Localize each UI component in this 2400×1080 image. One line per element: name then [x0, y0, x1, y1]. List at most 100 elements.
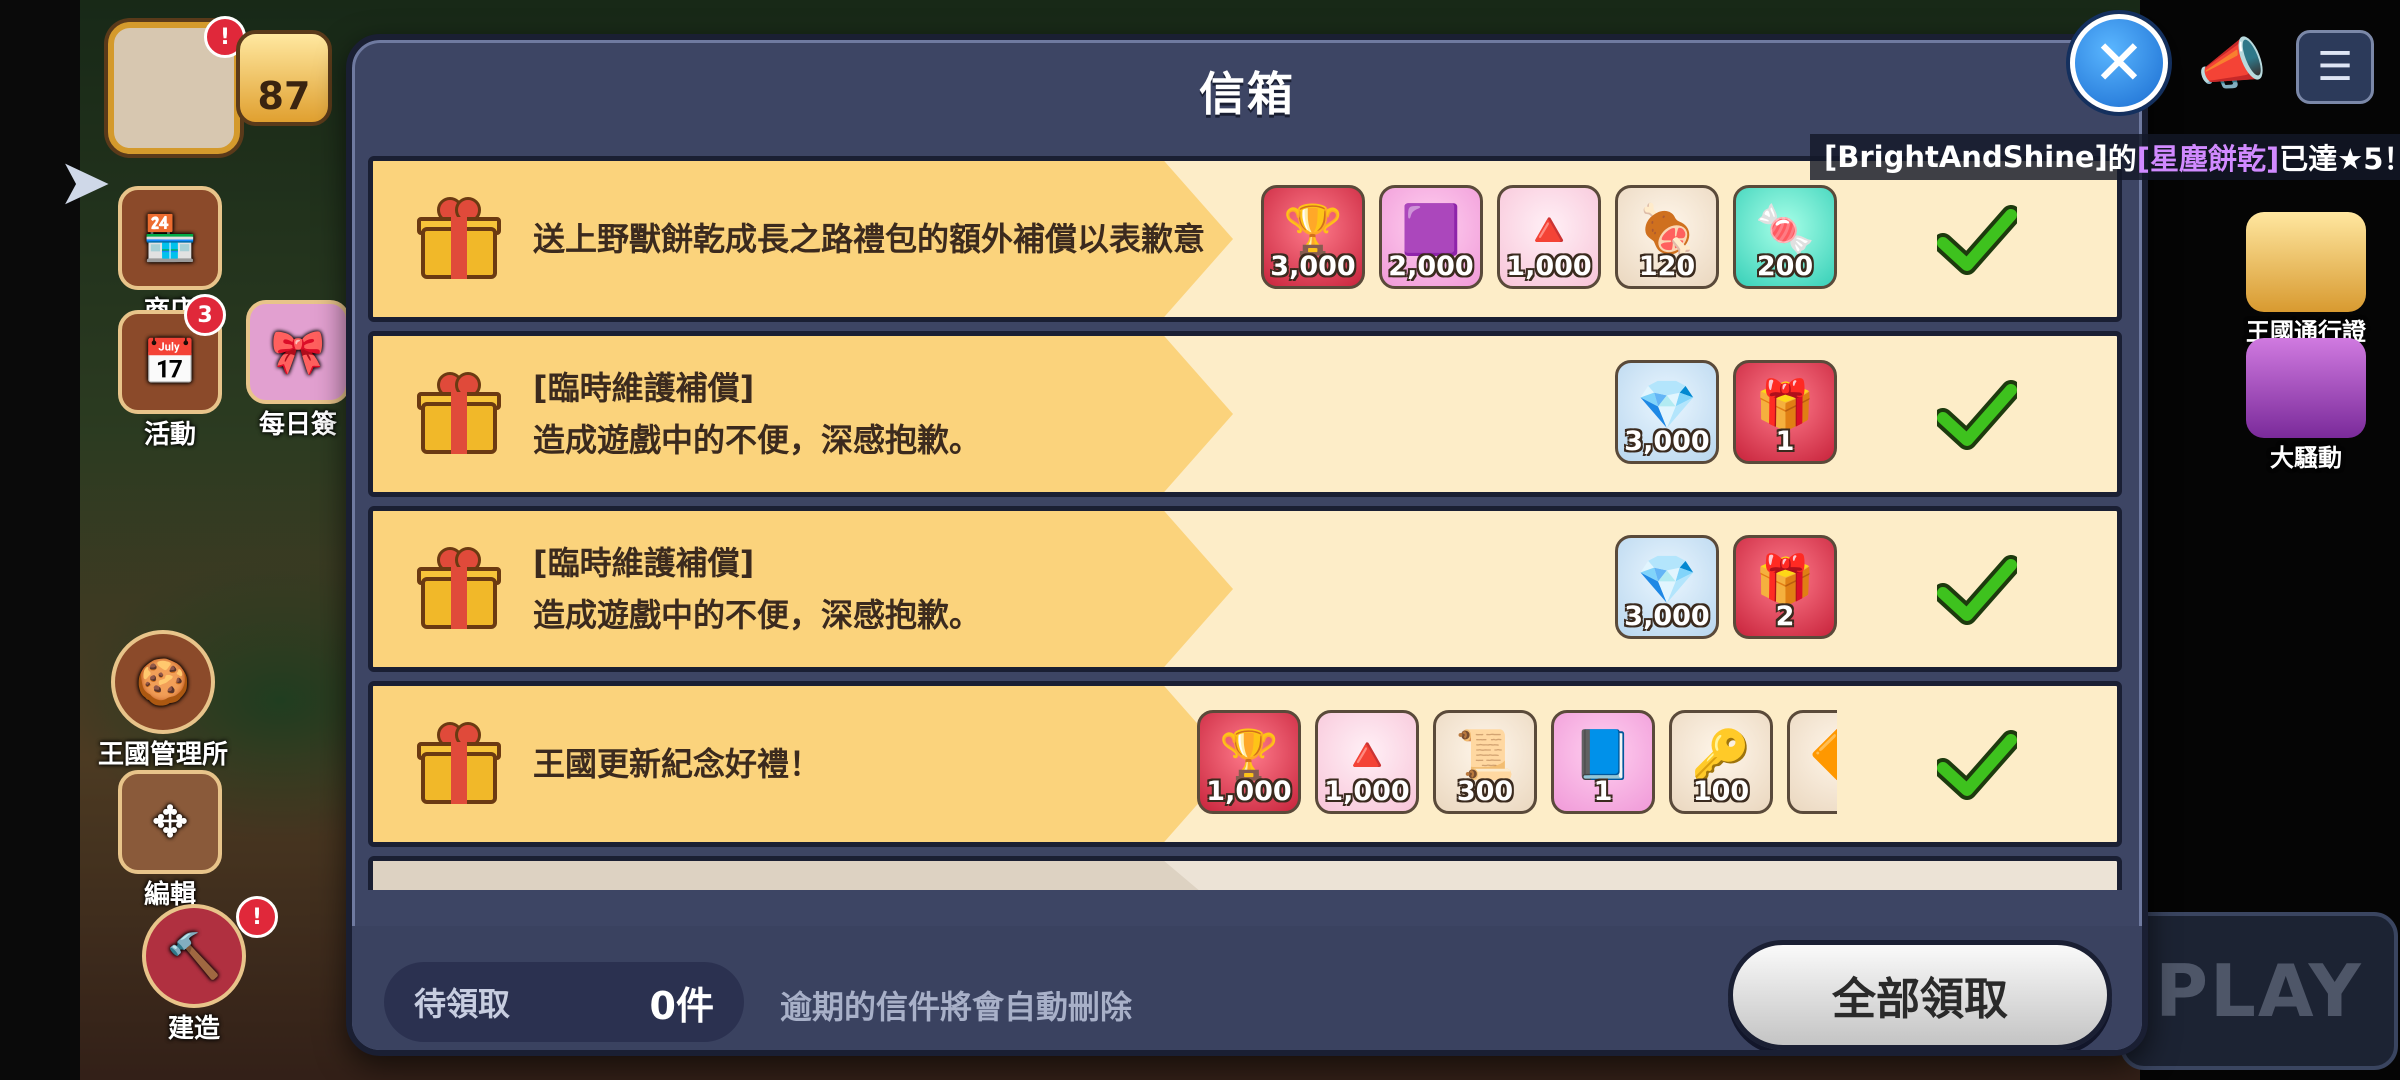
close-icon: ✕: [2093, 26, 2145, 99]
reward-item[interactable]: 🎁 2: [1733, 535, 1837, 639]
mail-item[interactable]: [臨時維護補償] 造成遊戲中的不便，深感抱歉。 💎 3,000 🎁 1: [368, 331, 2122, 497]
mail-message-line: 王國更新紀念好禮！: [533, 745, 822, 783]
mail-message: 送上野獸餅乾成長之路禮包的額外補償以表歉意: [533, 161, 1205, 317]
reward-item[interactable]: 🟪 2,000: [1379, 185, 1483, 289]
daily-button[interactable]: 🎀 每日簽: [246, 300, 350, 441]
mail-item-partial[interactable]: [368, 856, 2122, 890]
reward-item[interactable]: 🏆 3,000: [1261, 185, 1365, 289]
partial-band: [373, 861, 1199, 890]
reward-quantity: 1,000: [1324, 776, 1410, 807]
partial-item-icon: 🔶: [1809, 731, 1837, 779]
magic-key-icon: 🔑: [1691, 727, 1751, 783]
menu-button[interactable]: ☰: [2296, 30, 2374, 104]
mail-message: 王國更新紀念好禮！: [533, 686, 821, 842]
reward-quantity: 120: [1638, 251, 1696, 282]
reward-item[interactable]: 🍬 200: [1733, 185, 1837, 289]
gift-box-icon: [417, 722, 501, 806]
gingerbread-icon: 🍪: [111, 630, 215, 734]
reward-item[interactable]: 🔺 1,000: [1497, 185, 1601, 289]
claim-all-button[interactable]: 全部領取: [1728, 940, 2112, 1050]
mail-message-line: [臨時維護補償]: [533, 369, 755, 407]
reward-item[interactable]: 📜 300: [1433, 710, 1537, 814]
reward-quantity: 3,000: [1624, 426, 1710, 457]
commotion-icon: [2246, 338, 2366, 438]
kingdom-management-button[interactable]: 🍪 王國管理所: [98, 630, 228, 771]
commotion-button[interactable]: 大騷動: [2236, 338, 2376, 473]
mail-item[interactable]: [臨時維護補償] 造成遊戲中的不便，深感抱歉。 💎 3,000 🎁 2: [368, 506, 2122, 672]
edit-button[interactable]: ✥ 編輯: [118, 770, 222, 911]
hamburger-icon: ☰: [2317, 44, 2353, 90]
reward-quantity: 2,000: [1388, 251, 1474, 282]
mail-message-line: 送上野獸餅乾成長之路禮包的額外補償以表歉意: [533, 220, 1206, 258]
crystal-chest-icon: 🏆: [1283, 202, 1343, 258]
claim-check-icon[interactable]: [1937, 551, 2017, 631]
reward-item[interactable]: 📘 1: [1551, 710, 1655, 814]
treasure-ticket-icon: 🎁: [1755, 552, 1815, 608]
reward-item[interactable]: 🍖 120: [1615, 185, 1719, 289]
commotion-label: 大騷動: [2270, 444, 2342, 472]
mail-message: [臨時維護補償] 造成遊戲中的不便，深感抱歉。: [533, 511, 981, 667]
mailbox-modal: 信箱 送上野獸餅乾成長之路禮包的額外補償以表歉意 🏆 3,000 🟪 2,000…: [346, 34, 2148, 1056]
reward-item[interactable]: 🔑 100: [1669, 710, 1773, 814]
gift-box-icon: [417, 197, 501, 281]
mail-message-line: [臨時維護補償]: [533, 544, 755, 582]
mail-message-line: 造成遊戲中的不便，深感抱歉。: [533, 421, 982, 459]
build-label: 建造: [167, 1014, 220, 1044]
sugar-gnome-icon: 🔺: [1337, 727, 1397, 783]
notice-suffix: 已達★5！: [2279, 142, 2400, 176]
mail-item[interactable]: 送上野獸餅乾成長之路禮包的額外補償以表歉意 🏆 3,000 🟪 2,000 🔺 …: [368, 156, 2122, 322]
reward-quantity: 1,000: [1506, 251, 1592, 282]
reward-item[interactable]: 🔺 1,000: [1315, 710, 1419, 814]
rainbow-cube-icon: 🟪: [1401, 202, 1461, 258]
claim-check-icon[interactable]: [1937, 726, 2017, 806]
reward-quantity: 3,000: [1624, 601, 1710, 632]
pending-count: 0件: [649, 983, 714, 1028]
sugar-gnome-icon: 🔺: [1519, 202, 1579, 258]
achievement-notice: [BrightAndShine] 的 [星塵餅乾] 已達★5！: [1810, 134, 2400, 180]
send-arrow-icon[interactable]: ➤: [58, 146, 112, 220]
kingdom-level-badge[interactable]: 87: [236, 30, 332, 126]
shop-icon: 🏪: [118, 186, 222, 290]
meat-icon: 🍖: [1637, 202, 1697, 258]
expire-note: 逾期的信件將會自動刪除: [780, 988, 1133, 1026]
daily-gift-icon: 🎀: [246, 300, 350, 404]
crystal-chest-icon: 🏆: [1219, 727, 1279, 783]
crystal-icon: 💎: [1637, 377, 1697, 433]
kingdom-pass-button[interactable]: 王國通行證: [2236, 212, 2376, 347]
reward-quantity: 2: [1775, 601, 1795, 632]
reward-item[interactable]: 💎 3,000: [1615, 360, 1719, 464]
play-button[interactable]: PLAY: [2120, 912, 2398, 1070]
reward-item[interactable]: 🔶: [1787, 710, 1837, 814]
mail-message: [臨時維護補償] 造成遊戲中的不便，深感抱歉。: [533, 336, 981, 492]
reward-item[interactable]: 🏆 1,000: [1197, 710, 1301, 814]
gift-box-icon: [417, 372, 501, 456]
edit-icon: ✥: [118, 770, 222, 874]
claim-check-icon[interactable]: [1937, 376, 2017, 456]
build-button[interactable]: 🔨 建造: [142, 904, 246, 1045]
mail-item[interactable]: 王國更新紀念好禮！ 🏆 1,000 🔺 1,000 📜 300 📘 1 🔑 10…: [368, 681, 2122, 847]
notice-mid: 的: [2107, 142, 2137, 176]
pending-counter: 待領取 0件: [384, 962, 744, 1042]
events-badge: 3: [184, 294, 226, 336]
reward-quantity: 100: [1692, 776, 1750, 807]
reward-item[interactable]: 🎁 1: [1733, 360, 1837, 464]
partial-mail-row: [368, 856, 2122, 890]
scroll-icon: 📜: [1455, 727, 1515, 783]
reward-quantity: 3,000: [1270, 251, 1356, 282]
megaphone-icon[interactable]: 📣: [2196, 30, 2268, 98]
notice-player: [BrightAndShine]: [1824, 140, 2108, 174]
close-button[interactable]: ✕: [2070, 14, 2168, 112]
mail-list[interactable]: 送上野獸餅乾成長之路禮包的額外補償以表歉意 🏆 3,000 🟪 2,000 🔺 …: [368, 156, 2122, 920]
reward-item[interactable]: 💎 3,000: [1615, 535, 1719, 639]
events-label: 活動: [143, 420, 196, 450]
kingdom-level: 87: [257, 74, 311, 118]
kingdom-management-label: 王國管理所: [98, 740, 229, 770]
crystal-icon: 💎: [1637, 552, 1697, 608]
mailbox-title: 信箱: [1199, 67, 1295, 121]
claim-check-icon[interactable]: [1937, 201, 2017, 281]
reward-strip: 💎 3,000 🎁 1: [1615, 360, 1837, 464]
reward-strip: 🏆 1,000 🔺 1,000 📜 300 📘 1 🔑 100 🔶: [1197, 686, 1837, 842]
reward-quantity: 1,000: [1206, 776, 1292, 807]
mailbox-footer: 待領取 0件 逾期的信件將會自動刪除 全部領取: [352, 926, 2142, 1050]
reward-quantity: 300: [1456, 776, 1514, 807]
